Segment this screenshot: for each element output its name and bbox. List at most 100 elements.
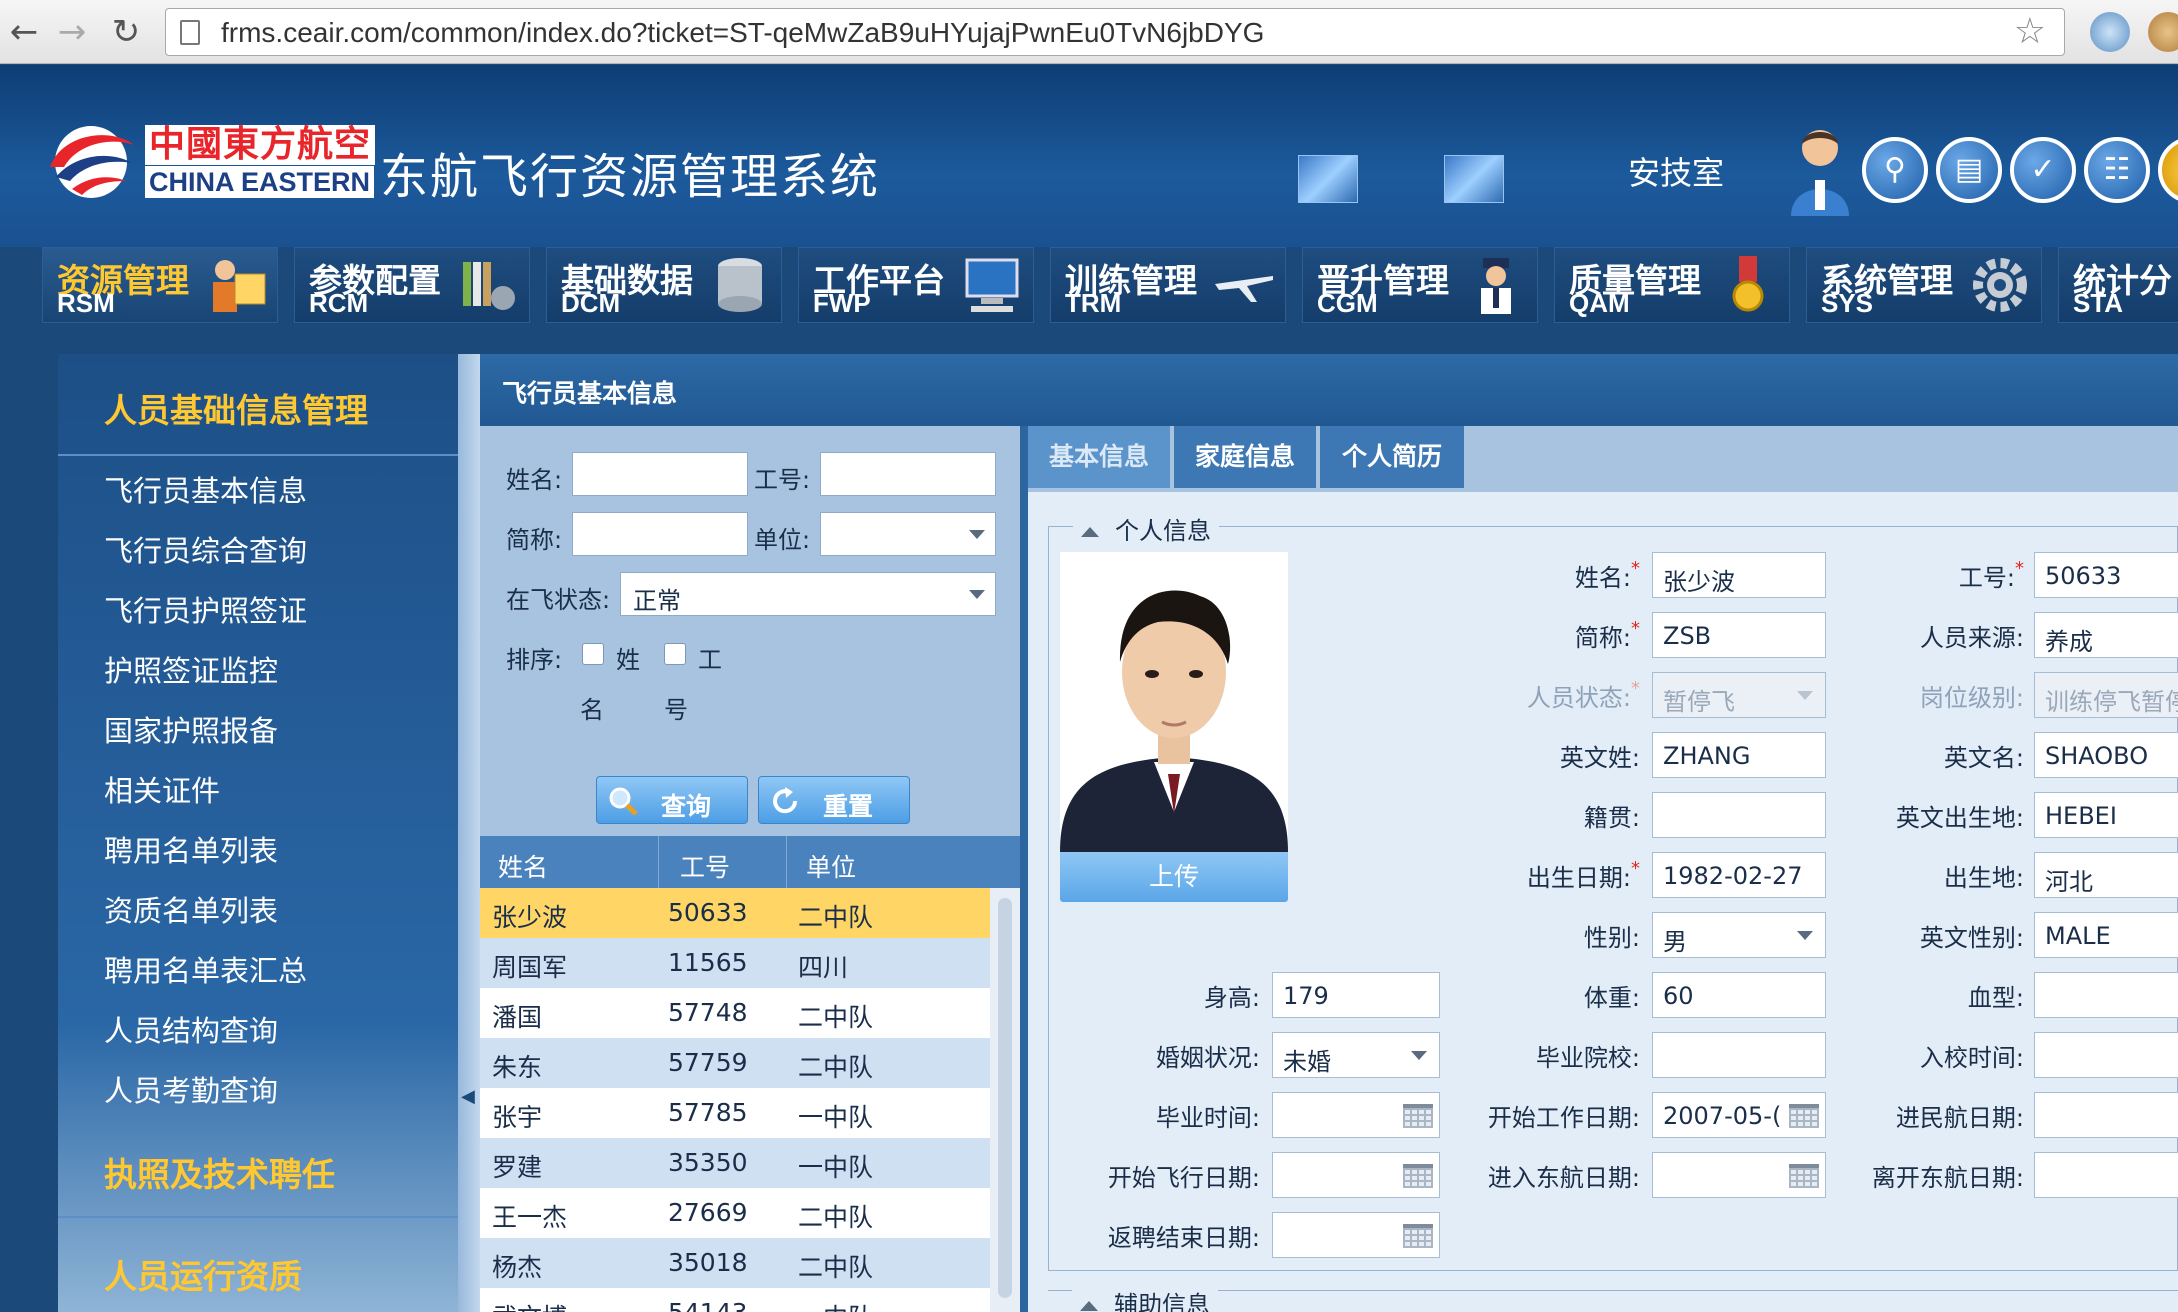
reset-button[interactable]: 重置 — [758, 776, 910, 824]
module-rcm[interactable]: 参数配置 RCM — [294, 247, 530, 323]
tab-resume[interactable]: 个人简历 — [1320, 426, 1466, 488]
field-caac-date[interactable] — [2034, 1092, 2178, 1138]
field-native-input[interactable] — [1652, 792, 1826, 838]
id-card-icon[interactable]: ☷ — [2084, 137, 2150, 203]
calendar-icon[interactable] — [1403, 1224, 1433, 1248]
search-id-input[interactable] — [820, 452, 996, 496]
module-sys[interactable]: 系统管理 SYS — [1806, 247, 2042, 323]
collapse-icon[interactable] — [1080, 1301, 1098, 1311]
module-qam[interactable]: 质量管理 QAM — [1554, 247, 1790, 323]
field-ce-leave-date[interactable] — [2034, 1152, 2178, 1198]
tab-family-info[interactable]: 家庭信息 — [1174, 426, 1318, 488]
module-fwp[interactable]: 工作平台 FWP — [798, 247, 1034, 323]
table-row[interactable]: 罗建 35350 一中队 — [480, 1138, 990, 1188]
field-en-name-input[interactable]: SHAOBO — [2034, 732, 2178, 778]
sidebar-item-national-passport[interactable]: 国家护照报备 — [104, 708, 278, 750]
calendar-icon[interactable] — [1789, 1164, 1819, 1188]
sidebar-item-structure-query[interactable]: 人员结构查询 — [104, 1008, 278, 1050]
table-row[interactable]: 杨杰 35018 二中队 — [480, 1238, 990, 1288]
sidebar-item-hire-list[interactable]: 聘用名单列表 — [104, 828, 278, 870]
column-header-unit[interactable]: 单位 — [806, 848, 856, 884]
collapse-arrow-icon[interactable]: ◀ — [461, 1086, 475, 1107]
field-en-birthplace-input[interactable]: HEBEI — [2034, 792, 2178, 838]
field-abbr-input[interactable]: ZSB — [1652, 612, 1826, 658]
field-en-gender-input[interactable]: MALE — [2034, 912, 2178, 958]
calendar-icon[interactable] — [1403, 1104, 1433, 1128]
field-fly-start-date[interactable] — [1272, 1152, 1440, 1198]
sidebar-item-qualification-list[interactable]: 资质名单列表 — [104, 888, 278, 930]
sidebar-collapse-handle[interactable]: ◀ — [458, 354, 480, 1312]
field-enroll-date[interactable] — [2034, 1032, 2178, 1078]
column-header-id[interactable]: 工号 — [680, 848, 730, 884]
back-icon[interactable]: ← — [2, 10, 46, 54]
clipboard-icon[interactable]: ✓ — [2010, 137, 2076, 203]
document-icon[interactable]: ▤ — [1936, 137, 2002, 203]
search-abbr-input[interactable] — [572, 512, 748, 556]
reload-icon[interactable]: ↻ — [104, 10, 148, 54]
field-marital-select[interactable]: 未婚 — [1272, 1032, 1440, 1078]
table-row[interactable]: 武文博 54143 一中队 — [480, 1288, 990, 1312]
field-en-surname-input[interactable]: ZHANG — [1652, 732, 1826, 778]
upload-button[interactable]: 上传 — [1060, 852, 1288, 902]
sidebar-item-certificates[interactable]: 相关证件 — [104, 768, 220, 810]
module-dcm[interactable]: 基础数据 DCM — [546, 247, 782, 323]
globe-thumbnail-icon[interactable] — [1298, 155, 1358, 203]
scrollbar-thumb[interactable] — [998, 898, 1012, 1298]
fieldset-legend[interactable]: 辅助信息 — [1072, 1285, 1218, 1312]
field-gender-select[interactable]: 男 — [1652, 912, 1826, 958]
field-work-start-date[interactable]: 2007-05-( — [1652, 1092, 1826, 1138]
field-ce-join-date[interactable] — [1652, 1152, 1826, 1198]
module-sta[interactable]: 统计分 STA — [2058, 247, 2178, 323]
sort-by-id-checkbox[interactable] — [664, 643, 686, 665]
collapse-icon[interactable] — [1081, 527, 1099, 537]
field-rehire-end-date[interactable] — [1272, 1212, 1440, 1258]
table-row[interactable]: 张少波 50633 二中队 — [480, 888, 990, 938]
sort-by-name-checkbox[interactable] — [582, 643, 604, 665]
field-source-select[interactable]: 养成 — [2034, 612, 2178, 658]
sidebar-item-attendance-query[interactable]: 人员考勤查询 — [104, 1068, 278, 1110]
sidebar-item-pilot-info[interactable]: 飞行员基本信息 — [104, 468, 307, 510]
extension-cookie-icon[interactable] — [2148, 12, 2178, 52]
user-avatar-icon[interactable] — [1785, 120, 1855, 220]
query-button[interactable]: 查询 — [596, 776, 748, 824]
module-rsm[interactable]: 资源管理 RSM — [42, 247, 278, 323]
table-row[interactable]: 潘国 57748 二中队 — [480, 988, 990, 1038]
module-cgm[interactable]: 晋升管理 CGM — [1302, 247, 1538, 323]
table-row[interactable]: 周国军 11565 四川 — [480, 938, 990, 988]
sidebar-section-license[interactable]: 执照及技术聘任 — [104, 1148, 335, 1196]
search-status-select[interactable]: 正常 — [620, 572, 996, 616]
forward-icon[interactable]: → — [50, 10, 94, 54]
field-weight-input[interactable]: 60 — [1652, 972, 1826, 1018]
table-scrollbar[interactable] — [990, 888, 1020, 1312]
field-birthdate-input[interactable]: 1982-02-27 — [1652, 852, 1826, 898]
tab-basic-info[interactable]: 基本信息 — [1028, 426, 1172, 488]
sidebar-section-qualification[interactable]: 人员运行资质 — [104, 1250, 302, 1298]
field-birthplace-input[interactable]: 河北 — [2034, 852, 2178, 898]
field-school-input[interactable] — [1652, 1032, 1826, 1078]
extension-icon[interactable] — [2090, 12, 2130, 52]
sidebar-item-pilot-query[interactable]: 飞行员综合查询 — [104, 528, 307, 570]
bookmark-star-icon[interactable]: ☆ — [2014, 11, 2046, 52]
key-icon[interactable]: ⚲ — [1862, 137, 1928, 203]
search-unit-select[interactable] — [820, 512, 996, 556]
sidebar-item-passport-visa[interactable]: 飞行员护照签证 — [104, 588, 307, 630]
field-blood-select[interactable] — [2034, 972, 2178, 1018]
fieldset-legend[interactable]: 个人信息 — [1073, 511, 1219, 546]
module-trm[interactable]: 训练管理 TRM — [1050, 247, 1286, 323]
settings-icon[interactable] — [2158, 137, 2178, 203]
table-row[interactable]: 张宇 57785 一中队 — [480, 1088, 990, 1138]
calendar-icon[interactable] — [1789, 1104, 1819, 1128]
sidebar-section-personnel[interactable]: 人员基础信息管理 — [104, 384, 368, 432]
sidebar-item-passport-monitor[interactable]: 护照签证监控 — [104, 648, 278, 690]
sidebar-item-hire-summary[interactable]: 聘用名单表汇总 — [104, 948, 307, 990]
table-row[interactable]: 王一杰 27669 二中队 — [480, 1188, 990, 1238]
field-height-input[interactable]: 179 — [1272, 972, 1440, 1018]
calendar-icon[interactable] — [1403, 1164, 1433, 1188]
field-grad-date[interactable] — [1272, 1092, 1440, 1138]
table-row[interactable]: 朱东 57759 二中队 — [480, 1038, 990, 1088]
sky-thumbnail-icon[interactable] — [1444, 155, 1504, 203]
search-name-input[interactable] — [572, 452, 748, 496]
column-header-name[interactable]: 姓名 — [498, 848, 548, 884]
address-bar[interactable]: frms.ceair.com/common/index.do?ticket=ST… — [165, 8, 2065, 56]
field-id-input[interactable]: 50633 — [2034, 552, 2178, 598]
